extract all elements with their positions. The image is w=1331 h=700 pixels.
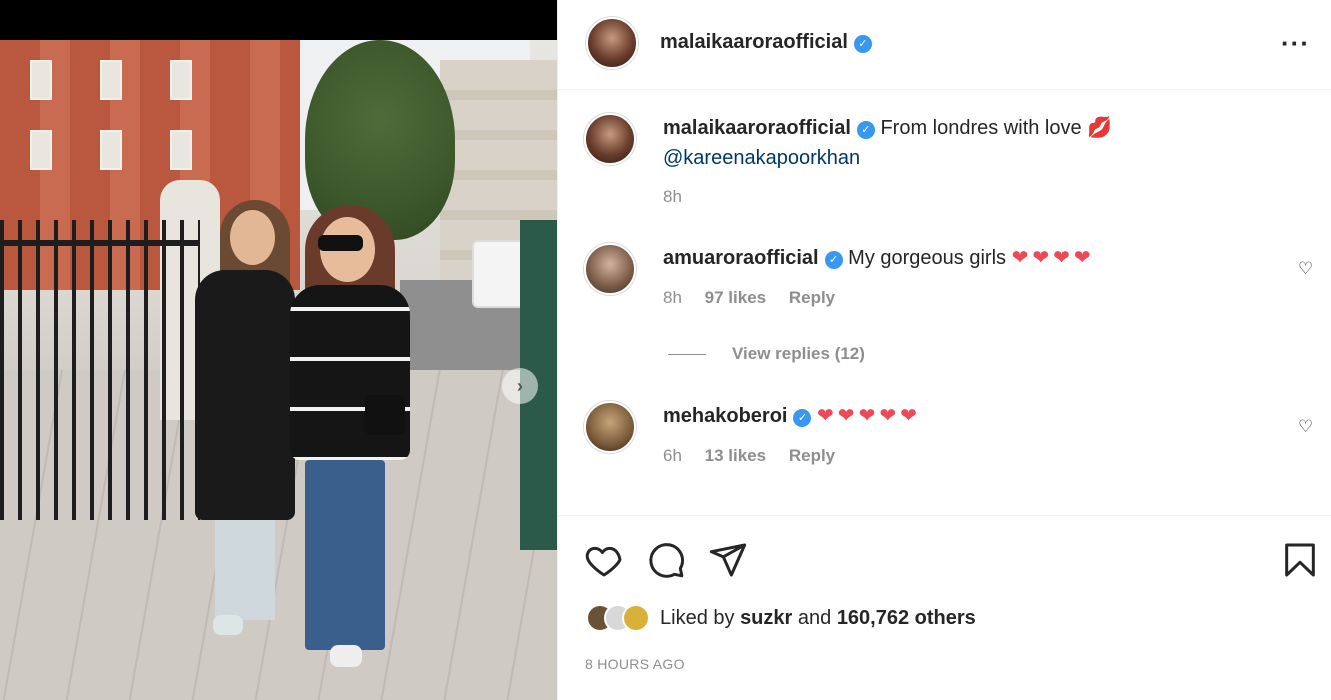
liker-avatar[interactable]: [622, 604, 650, 632]
comment-time: 6h: [663, 446, 682, 465]
carousel-next-button[interactable]: ›: [502, 368, 538, 404]
reply-button[interactable]: Reply: [789, 288, 835, 307]
verified-badge-icon: ✓: [824, 251, 843, 269]
likes-count[interactable]: 160,762 others: [837, 607, 976, 629]
comment-username[interactable]: mehakoberoi: [663, 405, 787, 427]
liker-username[interactable]: suzkr: [740, 607, 792, 629]
post-actions: Liked by suzkr and 160,762 others 8 HOUR…: [558, 515, 1331, 700]
comment-icon[interactable]: [646, 540, 686, 580]
comment-likes[interactable]: 97 likes: [705, 288, 766, 307]
mention-link[interactable]: @kareenakapoorkhan: [663, 147, 860, 169]
caption-username[interactable]: malaikaaroraofficial: [663, 117, 851, 139]
caption-meta: 8h: [663, 187, 700, 207]
caption-author-avatar[interactable]: [584, 113, 636, 165]
replies-divider: [668, 353, 706, 355]
post-photo: [0, 40, 557, 700]
comments-list: malaikaaroraofficial ✓ From londres with …: [558, 91, 1331, 515]
heart-icon[interactable]: [584, 540, 624, 580]
hearts-emoji: ❤❤❤❤❤: [817, 405, 921, 427]
caption-text: malaikaaroraofficial ✓ From londres with …: [663, 113, 1263, 173]
post-header: malaikaaroraofficial ✓ ···: [558, 0, 1331, 90]
post-side-panel: malaikaaroraofficial ✓ ··· malaikaaroraof…: [557, 0, 1331, 700]
chevron-right-icon: ›: [517, 375, 523, 396]
comment-text: mehakoberoi ✓ ❤❤❤❤❤: [663, 401, 1263, 431]
comment-like-icon[interactable]: ♡: [1298, 259, 1316, 278]
comment-likes[interactable]: 13 likes: [705, 446, 766, 465]
comment-meta: 6h 13 likes Reply: [663, 446, 853, 466]
author-username[interactable]: malaikaaroraofficial ✓: [660, 31, 872, 54]
caption-body: From londres with love: [880, 117, 1082, 139]
view-replies-button[interactable]: View replies (12): [668, 344, 865, 364]
commenter-avatar[interactable]: [584, 243, 636, 295]
send-icon[interactable]: [708, 540, 748, 580]
likes-summary: Liked by suzkr and 160,762 others: [586, 604, 976, 632]
commenter-avatar[interactable]: [584, 401, 636, 453]
verified-badge-icon: ✓: [856, 121, 875, 139]
verified-badge-icon: ✓: [793, 409, 812, 427]
comment-like-icon[interactable]: ♡: [1298, 417, 1316, 436]
post-timestamp[interactable]: 8 HOURS AGO: [585, 656, 685, 672]
bookmark-icon[interactable]: [1280, 540, 1320, 580]
kiss-emoji: 💋: [1087, 117, 1113, 139]
more-options-icon[interactable]: ···: [1281, 28, 1310, 59]
comment-text: amuaroraofficial ✓ My gorgeous girls ❤❤❤❤: [663, 243, 1263, 273]
reply-button[interactable]: Reply: [789, 446, 835, 465]
verified-badge-icon: ✓: [853, 35, 872, 53]
comment-username[interactable]: amuaroraofficial: [663, 247, 819, 269]
liked-by-text: Liked by suzkr and 160,762 others: [660, 606, 976, 629]
hearts-emoji: ❤❤❤❤: [1011, 247, 1095, 269]
comment-meta: 8h 97 likes Reply: [663, 288, 853, 308]
comment-body: My gorgeous girls: [848, 247, 1007, 269]
post-media: ›: [0, 0, 557, 700]
author-avatar[interactable]: [586, 17, 638, 69]
caption-time: 8h: [663, 187, 682, 206]
comment-time: 8h: [663, 288, 682, 307]
